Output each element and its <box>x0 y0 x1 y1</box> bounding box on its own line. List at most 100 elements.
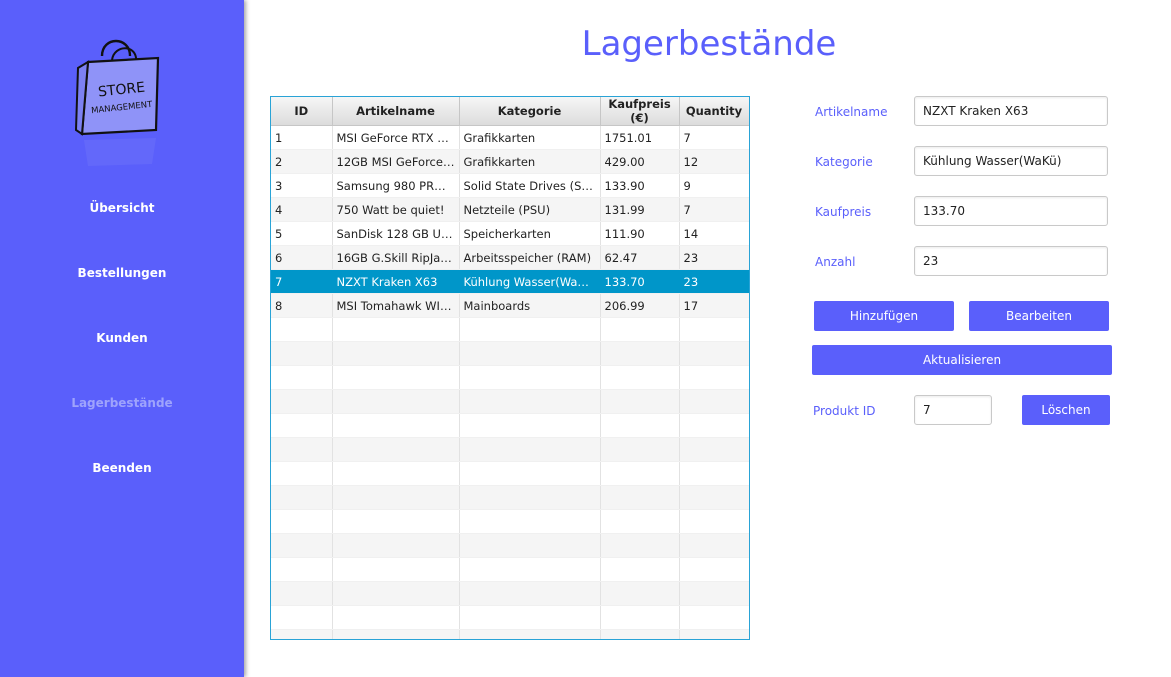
nav-exit[interactable]: Beenden <box>0 461 244 475</box>
table-cell: 6 <box>271 245 333 270</box>
empty-table-row <box>271 365 749 390</box>
table-cell <box>600 533 680 558</box>
table-cell <box>459 581 601 606</box>
table-cell <box>332 533 460 558</box>
nav-orders[interactable]: Bestellungen <box>0 266 244 280</box>
table-cell: 131.99 <box>600 197 680 222</box>
table-cell <box>600 317 680 342</box>
empty-table-row <box>271 581 749 606</box>
refresh-button[interactable]: Aktualisieren <box>812 345 1112 375</box>
table-cell: 16GB G.Skill RipJaws ... <box>332 245 460 270</box>
table-cell <box>600 341 680 366</box>
column-header-kaufpreis[interactable]: Kaufpreis (€) <box>600 97 680 126</box>
table-cell: 9 <box>679 173 749 198</box>
table-cell <box>679 629 749 639</box>
table-cell: 1751.01 <box>600 125 680 150</box>
artikelname-field[interactable] <box>914 96 1108 126</box>
table-cell: MSI GeForce RTX 30... <box>332 125 460 150</box>
sidebar: STORE MANAGEMENT Übersicht Bestellungen … <box>0 0 244 677</box>
table-row[interactable]: 3 Samsung 980 PRO 1 ... Solid State Drives… <box>271 173 749 198</box>
table-cell <box>600 629 680 639</box>
table-cell <box>332 413 460 438</box>
table-row[interactable]: 4 750 Watt be quiet! Netzteile (PSU) 131.99… <box>271 197 749 222</box>
table-cell: Grafikkarten <box>459 149 601 174</box>
table-cell: 7 <box>679 125 749 150</box>
empty-table-row <box>271 485 749 510</box>
empty-table-row <box>271 557 749 582</box>
table-cell <box>600 557 680 582</box>
table-cell <box>679 605 749 630</box>
table-cell <box>600 413 680 438</box>
table-cell: 4 <box>271 197 333 222</box>
table-row[interactable]: 8 MSI Tomahawk WIFI ... Mainboards 206.99 17 <box>271 293 749 318</box>
table-cell <box>332 509 460 534</box>
table-cell <box>679 317 749 342</box>
table-cell <box>271 509 333 534</box>
table-cell <box>600 485 680 510</box>
table-cell: 429.00 <box>600 149 680 174</box>
table-cell: 17 <box>679 293 749 318</box>
nav-customers[interactable]: Kunden <box>0 331 244 345</box>
nav-overview[interactable]: Übersicht <box>0 201 244 215</box>
table-cell <box>271 629 333 639</box>
table-cell <box>332 437 460 462</box>
table-cell <box>271 581 333 606</box>
column-header-quantity[interactable]: Quantity <box>679 97 749 126</box>
table-cell: Mainboards <box>459 293 601 318</box>
table-cell <box>271 485 333 510</box>
table-cell <box>459 317 601 342</box>
table-cell <box>271 605 333 630</box>
empty-table-row <box>271 461 749 486</box>
table-cell <box>332 341 460 366</box>
inventory-table[interactable]: ID Artikelname Kategorie Kaufpreis (€) Q… <box>270 96 750 640</box>
empty-table-row <box>271 437 749 462</box>
table-row[interactable]: 2 12GB MSI GeForce R... Grafikkarten 429.00… <box>271 149 749 174</box>
table-cell <box>600 437 680 462</box>
kategorie-field[interactable] <box>914 146 1108 176</box>
delete-button[interactable]: Löschen <box>1022 395 1110 425</box>
table-cell <box>459 437 601 462</box>
table-cell <box>600 509 680 534</box>
nav-inventory[interactable]: Lagerbestände <box>0 396 244 410</box>
edit-button[interactable]: Bearbeiten <box>969 301 1109 331</box>
table-cell <box>679 437 749 462</box>
table-cell <box>679 533 749 558</box>
table-cell <box>679 557 749 582</box>
table-row[interactable]: 6 16GB G.Skill RipJaws ... Arbeitsspeicher… <box>271 245 749 270</box>
empty-table-row <box>271 533 749 558</box>
add-button[interactable]: Hinzufügen <box>814 301 954 331</box>
anzahl-label: Anzahl <box>815 255 856 269</box>
column-header-id[interactable]: ID <box>271 97 333 126</box>
table-cell <box>271 389 333 414</box>
table-cell <box>332 389 460 414</box>
table-row[interactable]: 7 NZXT Kraken X63 Kühlung Wasser(WaKü) 133.… <box>271 269 749 294</box>
kaufpreis-field[interactable] <box>914 196 1108 226</box>
table-cell: 7 <box>679 197 749 222</box>
table-cell <box>679 509 749 534</box>
table-row[interactable]: 1 MSI GeForce RTX 30... Grafikkarten 1751.0… <box>271 125 749 150</box>
artikelname-label: Artikelname <box>815 105 888 119</box>
table-cell <box>271 341 333 366</box>
table-cell <box>459 341 601 366</box>
table-cell <box>332 461 460 486</box>
produkt-id-field[interactable] <box>914 395 992 425</box>
column-header-artikelname[interactable]: Artikelname <box>332 97 460 126</box>
table-row[interactable]: 5 SanDisk 128 GB Ultr... Speicherkarten 111… <box>271 221 749 246</box>
table-cell: 23 <box>679 245 749 270</box>
table-cell <box>459 461 601 486</box>
table-cell: 12GB MSI GeForce R... <box>332 149 460 174</box>
table-cell: Solid State Drives (SSD) <box>459 173 601 198</box>
table-cell <box>332 629 460 639</box>
empty-table-row <box>271 317 749 342</box>
table-cell <box>271 437 333 462</box>
table-cell <box>459 365 601 390</box>
table-cell: 5 <box>271 221 333 246</box>
store-bag-logo-icon: STORE MANAGEMENT <box>74 39 160 166</box>
table-cell <box>459 533 601 558</box>
table-cell <box>459 509 601 534</box>
anzahl-field[interactable] <box>914 246 1108 276</box>
empty-table-row <box>271 389 749 414</box>
column-header-kategorie[interactable]: Kategorie <box>459 97 601 126</box>
table-cell <box>271 557 333 582</box>
table-cell: 133.70 <box>600 269 680 294</box>
